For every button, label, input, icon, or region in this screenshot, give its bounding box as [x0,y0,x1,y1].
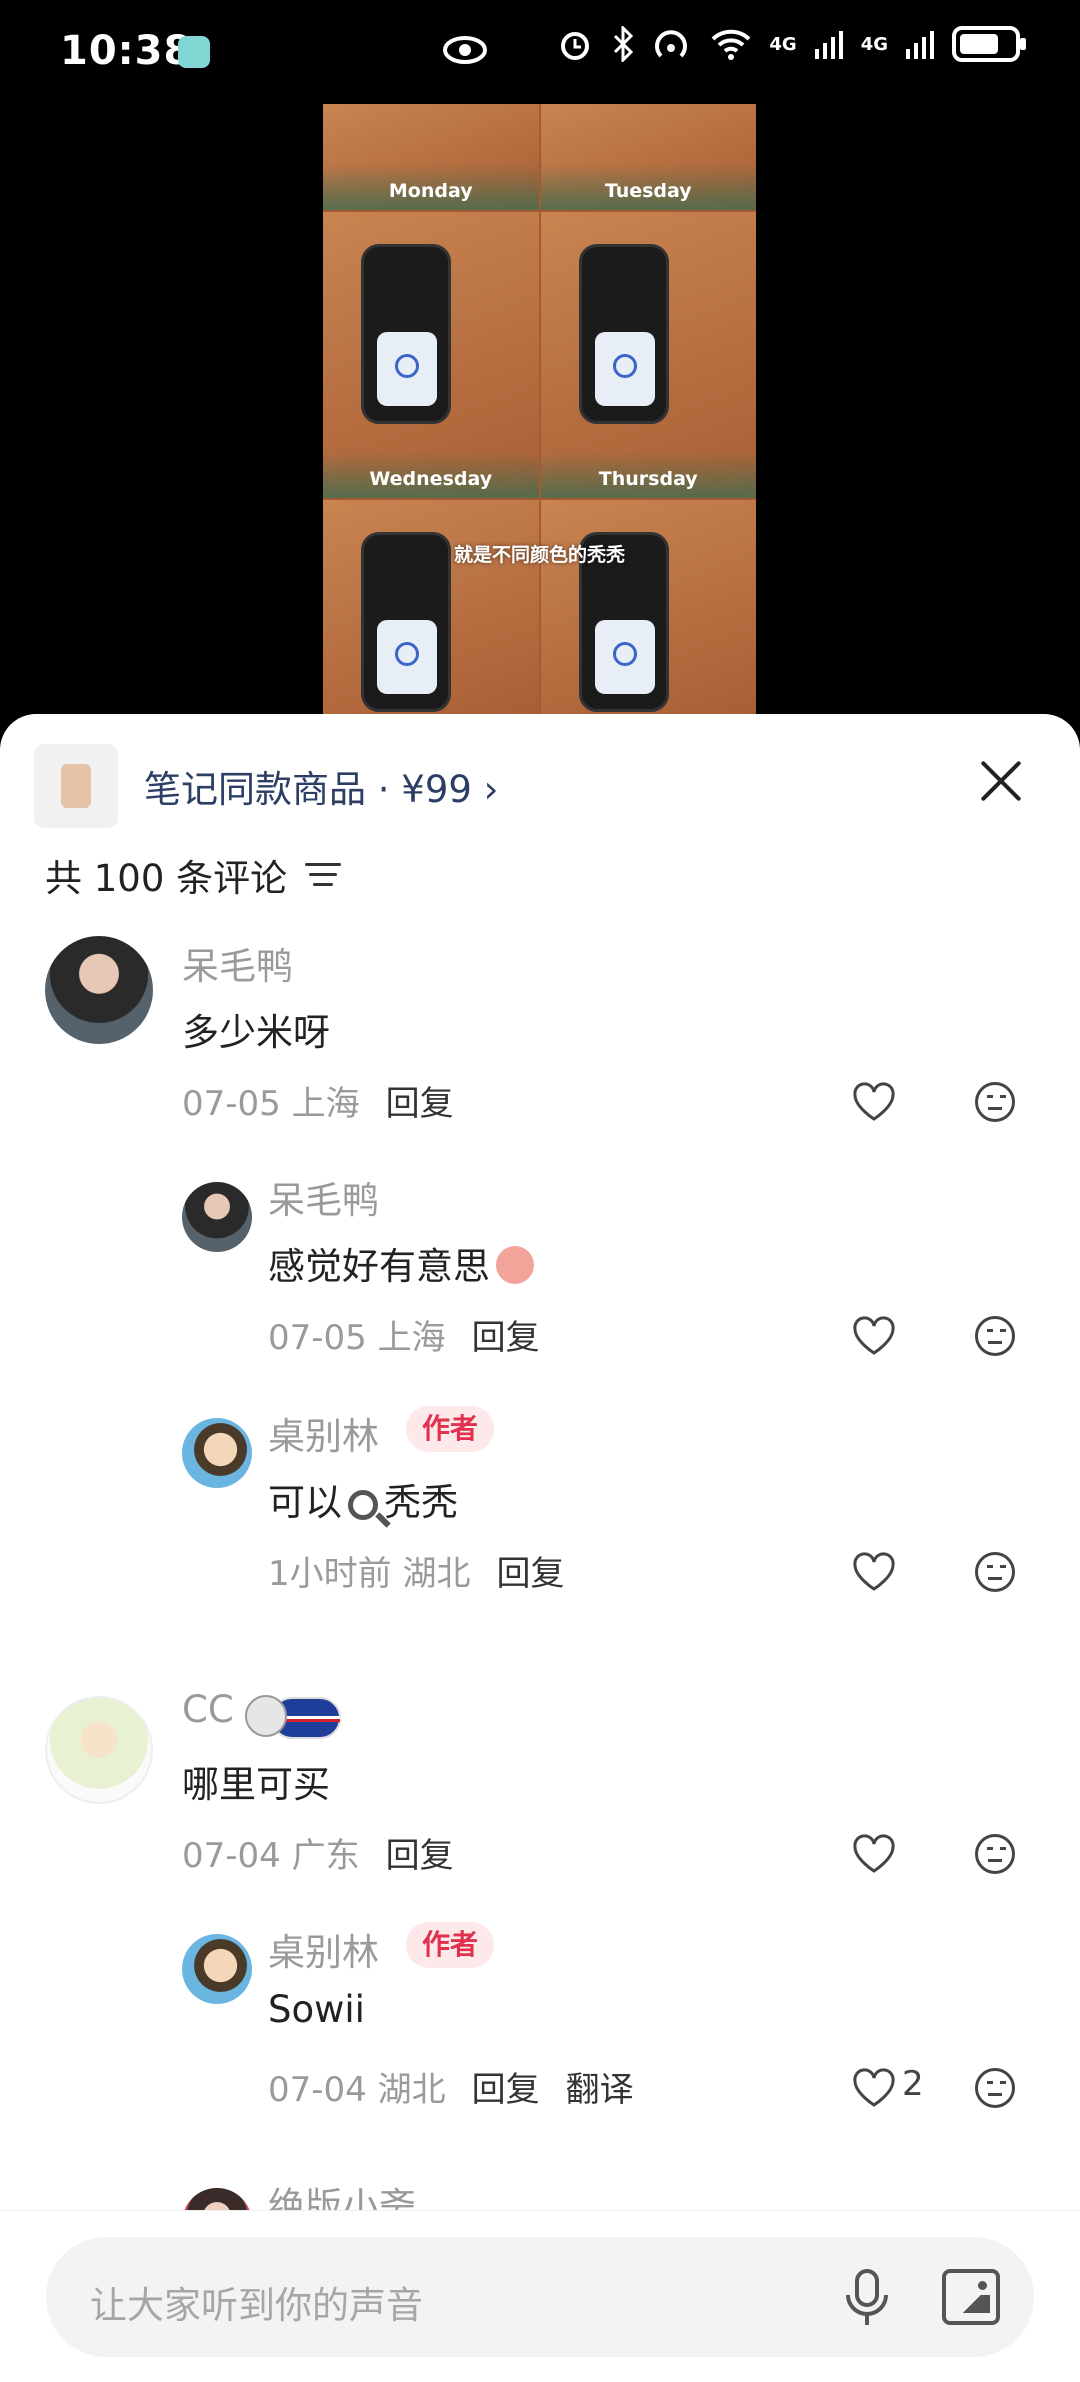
translate-button[interactable]: 翻译 [566,2062,634,2111]
signal-icon-2 [906,31,934,59]
status-icons: 4G 4G [557,26,1026,62]
reply-button[interactable]: 回复 [472,2062,540,2111]
comments-count: 共 100 条评论 [45,857,288,900]
comment-meta: 1小时前 湖北 回复 [268,1546,564,1595]
avatar[interactable] [182,1182,252,1252]
magnifier-icon [348,1489,378,1520]
eye-icon [443,36,487,64]
bluetooth-icon [614,26,634,62]
reply-item: 桌别林 作者 可以 秃秃 1小时前 湖北 回复 [0,1406,1080,1626]
network-label-1: 4G [769,33,797,55]
video-caption: 就是不同颜色的秃秃 [453,544,625,566]
video-cell: Wednesday [323,212,539,498]
dislike-icon[interactable] [975,1834,1015,1874]
product-thumbnail [34,744,118,828]
leaf-icon [178,36,210,68]
comments-count-row: 共 100 条评论 [45,848,342,902]
dislike-icon[interactable] [975,1316,1015,1356]
comment-date: 1小时前 湖北 [268,1554,471,1594]
heart-icon[interactable] [852,1082,896,1122]
product-link[interactable]: 笔记同款商品 · ¥99 › [34,744,498,828]
reply-button[interactable]: 回复 [496,1546,564,1595]
comment-meta: 07-04 广东 回复 [182,1828,454,1877]
avatar[interactable] [45,936,153,1044]
comment-date: 07-04 湖北 [268,2070,446,2110]
heart-icon[interactable] [852,1552,896,1592]
comment-text: Sowii [268,1988,365,2031]
hotspot-icon [655,30,688,58]
comment-meta: 07-05 上海 回复 [268,1310,540,1359]
reply-button[interactable]: 回复 [386,1828,454,1877]
comment-date: 07-05 上海 [268,1318,446,1358]
comments-sheet: 笔记同款商品 · ¥99 › 共 100 条评论 呆毛鸭 多少米呀 07-05 … [0,714,1080,2382]
dislike-icon[interactable] [975,2068,1015,2108]
heart-icon[interactable] [852,1834,896,1874]
comment-date: 07-05 上海 [182,1084,360,1124]
dislike-icon[interactable] [975,1552,1015,1592]
video-cell: Tuesday [540,104,756,210]
battery-icon [952,26,1026,62]
comment-date: 07-04 广东 [182,1836,360,1876]
globe-flag-badge-icon [245,1695,341,1739]
comment-meta: 07-05 上海 回复 [182,1076,454,1125]
reply-button[interactable]: 回复 [386,1076,454,1125]
comment-username[interactable]: 桌别林 [268,1406,379,1460]
signal-icon [814,31,843,59]
video-cell: Thursday [540,212,756,498]
comment-text: 哪里可买 [182,1763,330,1806]
comment-username[interactable]: CC [182,1688,234,1731]
comment-username[interactable]: 桌别林 [268,1922,379,1976]
day-label: Monday [388,180,473,202]
avatar[interactable] [45,1696,153,1804]
video-cell: Monday [323,104,539,210]
author-badge: 作者 [406,1922,495,1968]
reply-item: 桌别林 作者 Sowii 07-04 湖北 回复 翻译 2 [0,1922,1080,2142]
avatar[interactable] [182,1418,252,1488]
comment-text: 可以 秃秃 [268,1481,458,1524]
author-badge: 作者 [406,1406,495,1452]
network-label-2: 4G [860,33,888,55]
comment-item: CC 哪里可买 07-04 广东 回复 [0,1688,1080,1908]
microphone-icon[interactable] [842,2267,892,2329]
video-cell [540,500,756,714]
comment-input-bar: 让大家听到你的声音 [0,2210,1080,2382]
comment-username[interactable]: 呆毛鸭 [268,1170,379,1224]
status-bar: 10:38 4G 4G [0,0,1080,104]
heart-icon[interactable] [852,2068,896,2108]
emoji-face-icon [496,1245,534,1284]
sort-icon[interactable] [305,861,342,889]
comment-username[interactable]: 呆毛鸭 [182,936,293,990]
day-label: Tuesday [604,180,692,202]
comment-input[interactable]: 让大家听到你的声音 [46,2237,1034,2357]
dislike-icon[interactable] [975,1082,1015,1122]
day-label: Wednesday [369,468,493,490]
alarm-icon [561,32,590,60]
video-preview[interactable]: Monday Tuesday Wednesday Thursday 就是不同颜色… [323,104,756,714]
wifi-icon [711,29,751,60]
close-icon[interactable] [978,758,1024,804]
avatar[interactable] [182,1934,252,2004]
status-time: 10:38 [60,28,193,74]
reply-item: 呆毛鸭 感觉好有意思 07-05 上海 回复 [0,1170,1080,1390]
product-label: 笔记同款商品 · ¥99 › [144,768,499,811]
comment-meta: 07-04 湖北 回复 翻译 [268,2062,634,2111]
comment-text: 感觉好有意思 [268,1236,534,1290]
comment-item: 呆毛鸭 多少米呀 07-05 上海 回复 [0,936,1080,1156]
comment-input-placeholder: 让大家听到你的声音 [90,2284,423,2327]
like-count: 2 [902,2064,924,2104]
image-icon[interactable] [942,2269,1000,2325]
heart-icon[interactable] [852,1316,896,1356]
reply-button[interactable]: 回复 [472,1310,540,1359]
comment-text: 多少米呀 [182,1011,330,1054]
video-cell [323,500,539,714]
day-label: Thursday [598,468,698,490]
